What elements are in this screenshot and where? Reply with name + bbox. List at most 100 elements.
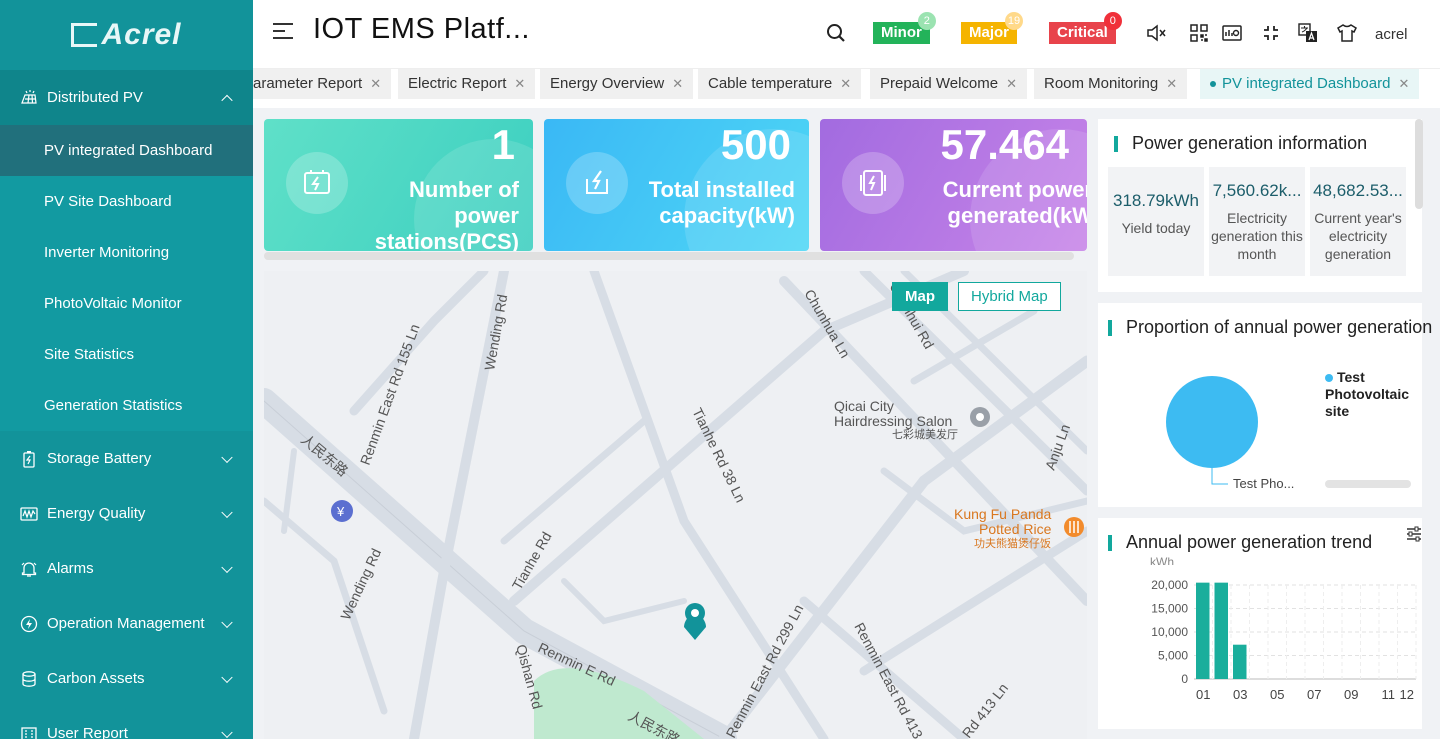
stat-label: Yield today	[1121, 220, 1191, 236]
chart-title: Annual power generation trend	[1126, 532, 1373, 552]
horizontal-scrollbar[interactable]	[264, 252, 1074, 260]
menu-storage-battery[interactable]: Storage Battery	[0, 431, 253, 486]
pie-slice-label: Test Pho...	[1233, 476, 1294, 491]
close-icon[interactable]: ✕	[370, 76, 381, 91]
svg-text:¥: ¥	[336, 504, 345, 519]
map-label: Renmin East Rd 299 Ln	[723, 602, 807, 739]
salon-pin-icon[interactable]	[970, 407, 990, 427]
legend-label: Test Photovoltaic site	[1325, 369, 1410, 419]
close-icon[interactable]: ✕	[1398, 76, 1409, 91]
menu-energy-quality[interactable]: Energy Quality	[0, 486, 253, 541]
menu-operation-management[interactable]: Operation Management	[0, 596, 253, 651]
map-roads: Wending Rd Renmin East Rd 155 Ln Chunhua…	[264, 271, 1087, 739]
alert-label: Critical	[1057, 24, 1108, 41]
close-icon[interactable]: ✕	[1006, 76, 1017, 91]
page-title: IOT EMS Platf...	[313, 13, 530, 45]
menu-label: User Report	[47, 725, 128, 739]
map-view[interactable]: Wending Rd Renmin East Rd 155 Ln Chunhua…	[264, 271, 1087, 739]
panel-title-text: Power generation information	[1132, 133, 1368, 153]
tab-energy-overview[interactable]: Energy Overview ✕	[540, 69, 694, 99]
bar-03[interactable]	[1233, 644, 1247, 679]
map-label: 功夫熊猫煲仔饭	[974, 536, 1051, 550]
panel-scrollbar[interactable]	[1415, 119, 1423, 209]
menu-distributed-pv[interactable]: Distributed PV	[0, 70, 253, 125]
menu-toggle-icon[interactable]	[273, 22, 293, 40]
stat-label: Current year's electricity generation	[1314, 210, 1402, 262]
card-label: Number of power stations(PCS)	[374, 177, 519, 251]
alert-count-badge: 19	[1005, 12, 1024, 30]
stat-year: 48,682.53... Current year's electricity g…	[1310, 167, 1406, 276]
alert-minor-button[interactable]: Minor 2	[873, 12, 936, 44]
menu-label: Energy Quality	[47, 505, 146, 522]
tab-bar: arameter Report ✕ Electric Report ✕ Energy…	[253, 68, 1440, 108]
alert-critical-button[interactable]: Critical 0	[1049, 12, 1122, 44]
pie-legend[interactable]: Test Photovoltaic site	[1325, 369, 1417, 420]
pie-slice[interactable]	[1166, 376, 1258, 468]
screen-monitor-icon[interactable]	[1221, 22, 1243, 44]
shirt-theme-icon[interactable]	[1336, 22, 1358, 44]
bar-02[interactable]	[1214, 582, 1229, 679]
location-pin-icon[interactable]	[684, 603, 706, 640]
y-tick-label: 10,000	[1151, 625, 1188, 639]
mute-icon[interactable]	[1145, 22, 1167, 44]
map-label: Qicai City	[834, 398, 894, 414]
tab-label: Cable temperature	[708, 75, 833, 92]
sidebar-item-pv-site-dashboard[interactable]: PV Site Dashboard	[0, 176, 253, 227]
tab-electric-report[interactable]: Electric Report ✕	[398, 69, 536, 99]
tab-pv-integrated-dashboard[interactable]: PV integrated Dashboard ✕	[1200, 69, 1420, 99]
alert-count-badge: 0	[1103, 12, 1122, 30]
menu-label: Distributed PV	[47, 89, 143, 106]
alert-label: Minor	[881, 24, 922, 41]
bank-pin-icon[interactable]: ¥	[331, 500, 353, 522]
alert-major-button[interactable]: Major 19	[961, 12, 1024, 44]
qrcode-icon[interactable]	[1188, 22, 1210, 44]
chevron-down-icon	[221, 506, 233, 518]
search-icon[interactable]	[825, 22, 847, 44]
chevron-down-icon	[221, 671, 233, 683]
close-icon[interactable]: ✕	[514, 76, 525, 91]
card-installed-capacity: 500 Total installed capacity(kW)	[544, 119, 809, 251]
building-icon	[20, 725, 38, 739]
panel-title-text: Proportion of annual power generation	[1126, 317, 1433, 337]
logo[interactable]: Acrel	[0, 0, 253, 70]
logo-text: Acrel	[101, 18, 182, 51]
tab-prepaid-welcome[interactable]: Prepaid Welcome ✕	[870, 69, 1028, 99]
menu-label: Operation Management	[47, 615, 205, 632]
map-mode-button[interactable]: Map	[892, 282, 948, 311]
tab-label: Energy Overview	[550, 75, 665, 92]
translate-icon[interactable]	[1297, 22, 1319, 44]
tab-parameter-report[interactable]: arameter Report ✕	[253, 69, 392, 99]
y-tick-label: 5,000	[1158, 649, 1188, 663]
download-box-icon	[566, 152, 628, 214]
pie-chart: Test Pho...	[1166, 376, 1294, 491]
menu-alarms[interactable]: Alarms	[0, 541, 253, 596]
bar-01[interactable]	[1196, 582, 1210, 679]
sidebar-item-generation-statistics[interactable]: Generation Statistics	[0, 380, 253, 431]
sidebar-item-photovoltaic-monitor[interactable]: PhotoVoltaic Monitor	[0, 278, 253, 329]
tab-room-monitoring[interactable]: Room Monitoring ✕	[1034, 69, 1188, 99]
map-label: Kung Fu Panda	[954, 506, 1052, 522]
panel-title: Power generation information	[1114, 133, 1368, 154]
tab-label: Prepaid Welcome	[880, 75, 999, 92]
alert-count-badge: 2	[917, 12, 936, 30]
sidebar-item-inverter-monitoring[interactable]: Inverter Monitoring	[0, 227, 253, 278]
menu-user-report[interactable]: User Report	[0, 706, 253, 739]
close-icon[interactable]: ✕	[1166, 76, 1177, 91]
close-icon[interactable]: ✕	[840, 76, 851, 91]
sidebar-item-site-statistics[interactable]: Site Statistics	[0, 329, 253, 380]
close-icon[interactable]: ✕	[672, 76, 683, 91]
title-accent	[1114, 136, 1118, 152]
user-name[interactable]: acrel	[1375, 26, 1408, 43]
hybrid-map-button[interactable]: Hybrid Map	[958, 282, 1061, 311]
restaurant-pin-icon[interactable]	[1064, 517, 1084, 537]
menu-carbon-assets[interactable]: Carbon Assets	[0, 651, 253, 706]
card-value: 500	[720, 121, 791, 168]
tab-cable-temperature[interactable]: Cable temperature ✕	[698, 69, 862, 99]
sidebar-item-pv-integrated-dashboard[interactable]: PV integrated Dashboard	[0, 125, 253, 176]
x-tick-label: 09	[1344, 687, 1358, 702]
filter-sliders-icon[interactable]	[1405, 526, 1425, 544]
x-tick-label: 05	[1270, 687, 1284, 702]
active-dot	[1210, 81, 1216, 88]
fullscreen-icon[interactable]	[1260, 22, 1282, 44]
legend-scrollbar[interactable]	[1325, 480, 1411, 488]
